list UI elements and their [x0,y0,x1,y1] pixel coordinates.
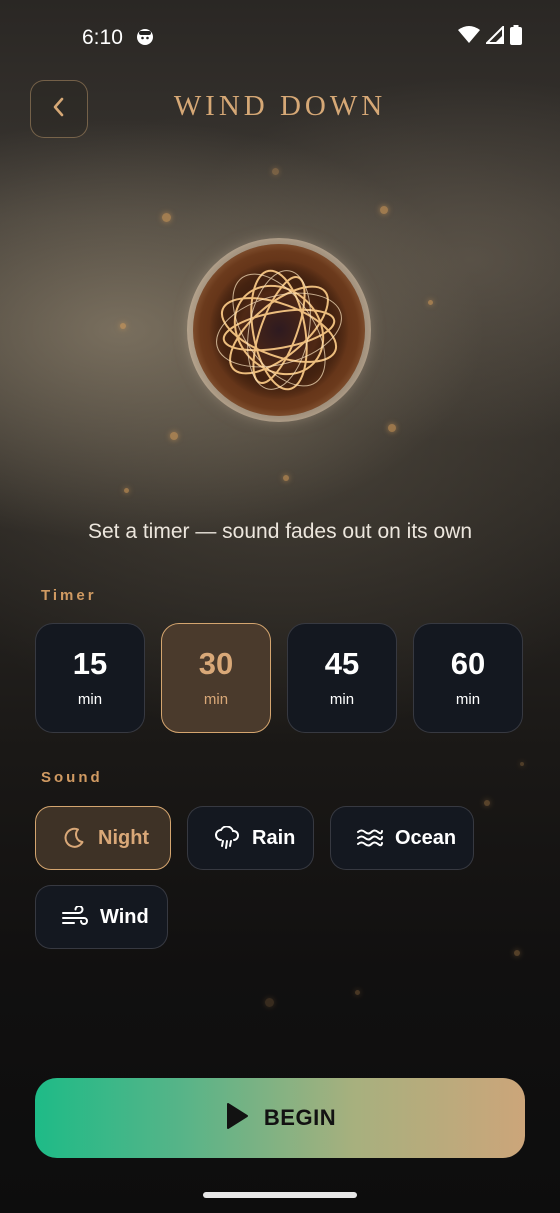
sound-label-text: Night [98,826,150,849]
waves-icon [357,827,383,849]
begin-label: BEGIN [263,1105,337,1130]
timer-value: 60 [450,646,486,681]
timer-value: 15 [72,646,108,681]
sound-label-text: Rain [252,826,296,849]
play-icon [224,1102,250,1135]
timer-option-30[interactable]: 30 min [161,623,271,733]
timer-option-60[interactable]: 60 min [413,623,523,733]
status-bar: 6:10 [0,0,560,76]
instruction-text: Set a timer — sound fades out on its own [87,520,473,543]
status-time: 6:10 [82,26,123,49]
sound-option-rain[interactable]: Rain [187,806,314,870]
timer-value: 30 [198,646,234,681]
timer-unit: min [203,691,229,708]
rain-cloud-icon [214,826,240,850]
sound-option-ocean[interactable]: Ocean [330,806,474,870]
notification-icon [136,28,154,46]
begin-button[interactable]: BEGIN [35,1078,525,1158]
battery-icon [510,24,522,50]
timer-label: Timer [41,587,97,604]
page-title: WIND DOWN [173,90,387,122]
background [0,0,560,1213]
energy-orb [187,238,371,422]
sound-label-text: Ocean [395,826,457,849]
timer-option-15[interactable]: 15 min [35,623,145,733]
sound-option-night[interactable]: Night [35,806,171,870]
timer-unit: min [455,691,481,708]
timer-option-45[interactable]: 45 min [287,623,397,733]
sound-label: Sound [41,769,103,786]
timer-value: 45 [324,646,360,681]
sound-label-text: Wind [100,905,149,928]
timer-options: 15 min 30 min 45 min 60 min [35,623,525,733]
timer-unit: min [329,691,355,708]
wifi-icon [458,25,480,49]
timer-unit: min [77,691,103,708]
signal-icon [484,24,504,49]
wind-icon [62,906,88,928]
moon-icon [62,826,86,850]
home-indicator[interactable] [203,1192,357,1198]
sound-option-wind[interactable]: Wind [35,885,168,949]
